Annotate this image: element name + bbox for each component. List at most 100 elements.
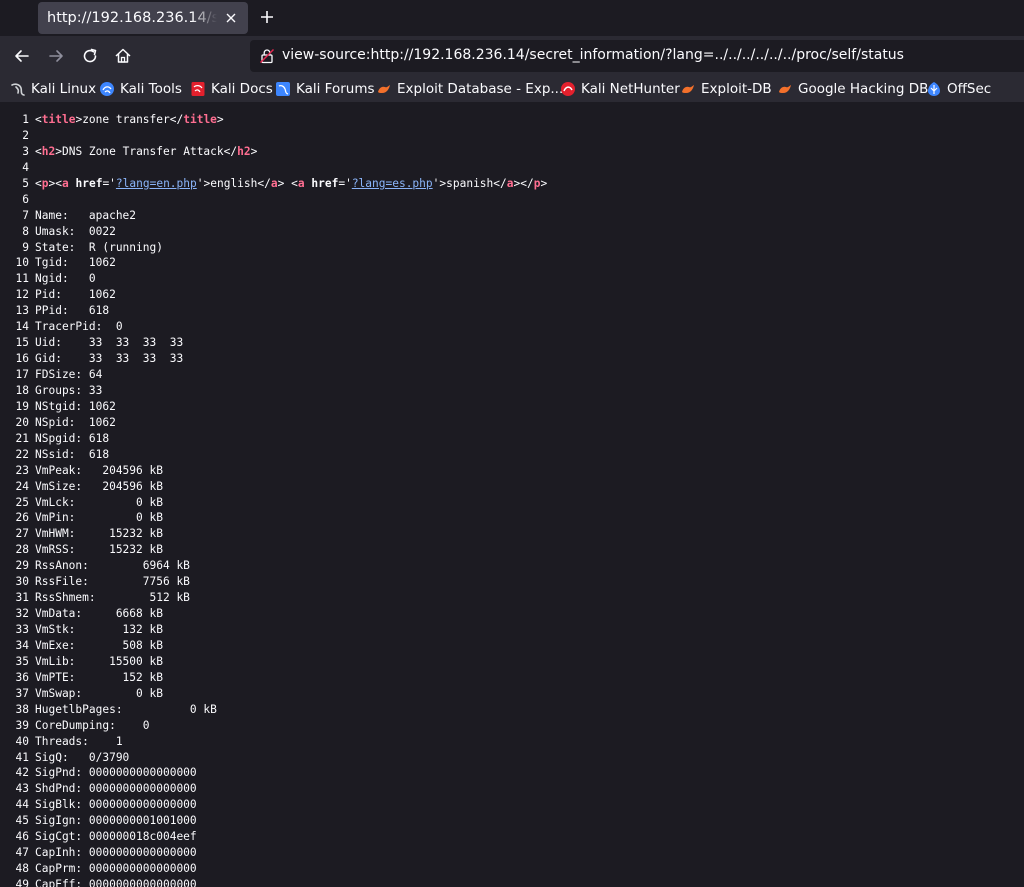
source-line: 16 Gid: 33 33 33 33 [0, 351, 547, 367]
line-number: 29 [15, 559, 29, 573]
bookmark-kali-forums[interactable]: Kali Forums [275, 80, 375, 98]
source-line: 1 <title>zone transfer</title> [0, 112, 547, 128]
line-number: 45 [15, 814, 29, 828]
tab-active[interactable]: http://192.168.236.14/secret_information… [38, 2, 248, 34]
source-line: 18 Groups: 33 [0, 383, 547, 399]
status-field: VmRSS: 15232 kB [35, 543, 163, 557]
source-line: 6 [0, 192, 547, 208]
link-english-text: english [210, 176, 258, 190]
bookmark-label: Kali Docs [211, 81, 273, 97]
source-line: 42 SigPnd: 0000000000000000 [0, 765, 547, 781]
source-line: 35 VmLib: 15500 kB [0, 654, 547, 670]
status-field: FDSize: 64 [35, 368, 103, 381]
bookmark-kali-linux[interactable]: Kali Linux [10, 80, 96, 98]
source-line: 31 RssShmem: 512 kB [0, 590, 547, 606]
bookmark-exploit-database[interactable]: Exploit Database - Exp... [376, 80, 563, 98]
source-line: 48 CapPrm: 0000000000000000 [0, 861, 547, 877]
status-field: VmHWM: 15232 kB [35, 527, 163, 541]
status-field: VmStk: 132 kB [35, 623, 163, 636]
status-field: Ngid: 0 [35, 272, 96, 286]
line-number: 16 [15, 352, 29, 366]
close-icon[interactable] [222, 9, 240, 27]
status-field: NStgid: 1062 [35, 399, 116, 413]
status-field: NSpgid: 618 [35, 431, 110, 445]
status-field: VmPTE: 152 kB [35, 670, 163, 684]
line-number: 5 [22, 176, 29, 190]
line-number: 25 [15, 495, 29, 509]
bookmark-exploit-db[interactable]: Exploit-DB [680, 80, 772, 98]
source-line: 23 VmPeak: 204596 kB [0, 463, 547, 479]
status-field: TracerPid: 0 [35, 320, 123, 334]
new-tab-icon[interactable] [256, 6, 278, 28]
status-field: Threads: 1 [35, 734, 123, 748]
source-line: 26 VmPin: 0 kB [0, 510, 547, 526]
insecure-lock-icon[interactable] [259, 48, 275, 64]
status-field: SigIgn: 0000000001001000 [35, 814, 197, 828]
bookmark-kali-nethunter[interactable]: Kali NetHunter [560, 80, 680, 98]
source-line: 34 VmExe: 508 kB [0, 638, 547, 654]
status-field: VmPeak: 204596 kB [35, 463, 163, 477]
bookmark-kali-docs[interactable]: Kali Docs [190, 80, 273, 98]
source-line: 25 VmLck: 0 kB [0, 495, 547, 511]
link-spanish-href[interactable]: ?lang=es.php [352, 177, 433, 190]
source-line: 11 Ngid: 0 [0, 271, 547, 287]
line-number: 3 [22, 144, 29, 158]
status-field: VmExe: 508 kB [35, 638, 163, 652]
line-number: 15 [15, 336, 29, 350]
bookmarks-toolbar: Kali Linux Kali Tools Kali Docs Kali For… [0, 76, 1024, 102]
source-line: 29 RssAnon: 6964 kB [0, 558, 547, 574]
address-bar[interactable]: view-source:http://192.168.236.14/secret… [250, 40, 1024, 72]
source-line: 45 SigIgn: 0000000001001000 [0, 813, 547, 829]
url-text[interactable]: view-source:http://192.168.236.14/secret… [282, 47, 904, 63]
status-field: State: R (running) [35, 240, 163, 254]
line-number: 23 [15, 463, 29, 477]
line-number: 34 [15, 638, 29, 652]
line-number: 14 [15, 320, 29, 334]
line-number: 20 [15, 415, 29, 429]
source-line: 10 Tgid: 1062 [0, 255, 547, 271]
reload-icon[interactable] [79, 45, 101, 67]
source-line: 44 SigBlk: 0000000000000000 [0, 797, 547, 813]
bookmark-kali-tools[interactable]: Kali Tools [99, 80, 182, 98]
offsec-icon [928, 82, 940, 96]
source-line: 22 NSsid: 618 [0, 447, 547, 463]
status-field: CapEff: 0000000000000000 [35, 878, 197, 887]
source-line: 46 SigCgt: 000000018c004eef [0, 829, 547, 845]
forward-arrow-icon[interactable] [45, 45, 67, 67]
kali-tools-icon [100, 82, 114, 96]
source-line: 24 VmSize: 204596 kB [0, 479, 547, 495]
line-number: 4 [22, 160, 29, 174]
status-field: VmLck: 0 kB [35, 495, 163, 509]
line-number: 28 [15, 543, 29, 557]
line-number: 27 [15, 527, 29, 541]
exploit-db-icon [682, 85, 694, 93]
source-line: 5 <p><a href='?lang=en.php'>english</a> <… [0, 176, 547, 192]
back-arrow-icon[interactable] [11, 45, 33, 67]
source-line: 7 Name: apache2 [0, 208, 547, 224]
status-field: Tgid: 1062 [35, 256, 116, 270]
kali-forums-icon [276, 82, 290, 96]
line-number: 48 [15, 862, 29, 876]
status-field: Pid: 1062 [35, 288, 116, 302]
status-field: SigQ: 0/3790 [35, 750, 130, 764]
bookmark-offsec[interactable]: OffSec [926, 80, 991, 98]
home-icon[interactable] [112, 45, 134, 67]
link-english-href[interactable]: ?lang=en.php [116, 177, 197, 190]
bookmark-label: Exploit-DB [701, 81, 772, 97]
line-number: 6 [22, 192, 29, 206]
bookmark-google-hacking-db[interactable]: Google Hacking DB [777, 80, 928, 98]
source-line: 21 NSpgid: 618 [0, 431, 547, 447]
status-field: CapInh: 0000000000000000 [35, 846, 197, 860]
source-line: 14 TracerPid: 0 [0, 319, 547, 335]
bookmark-label: Google Hacking DB [798, 81, 929, 97]
status-field: CapPrm: 0000000000000000 [35, 862, 197, 876]
line-number: 30 [15, 575, 29, 589]
bookmark-label: Kali Linux [31, 81, 97, 97]
status-field: CoreDumping: 0 [35, 718, 150, 732]
line-number: 7 [22, 208, 29, 222]
bookmark-label: OffSec [947, 81, 992, 97]
line-number: 41 [15, 750, 29, 764]
status-field: VmData: 6668 kB [35, 607, 163, 621]
line-number: 49 [15, 878, 29, 887]
line-number: 9 [22, 240, 29, 254]
